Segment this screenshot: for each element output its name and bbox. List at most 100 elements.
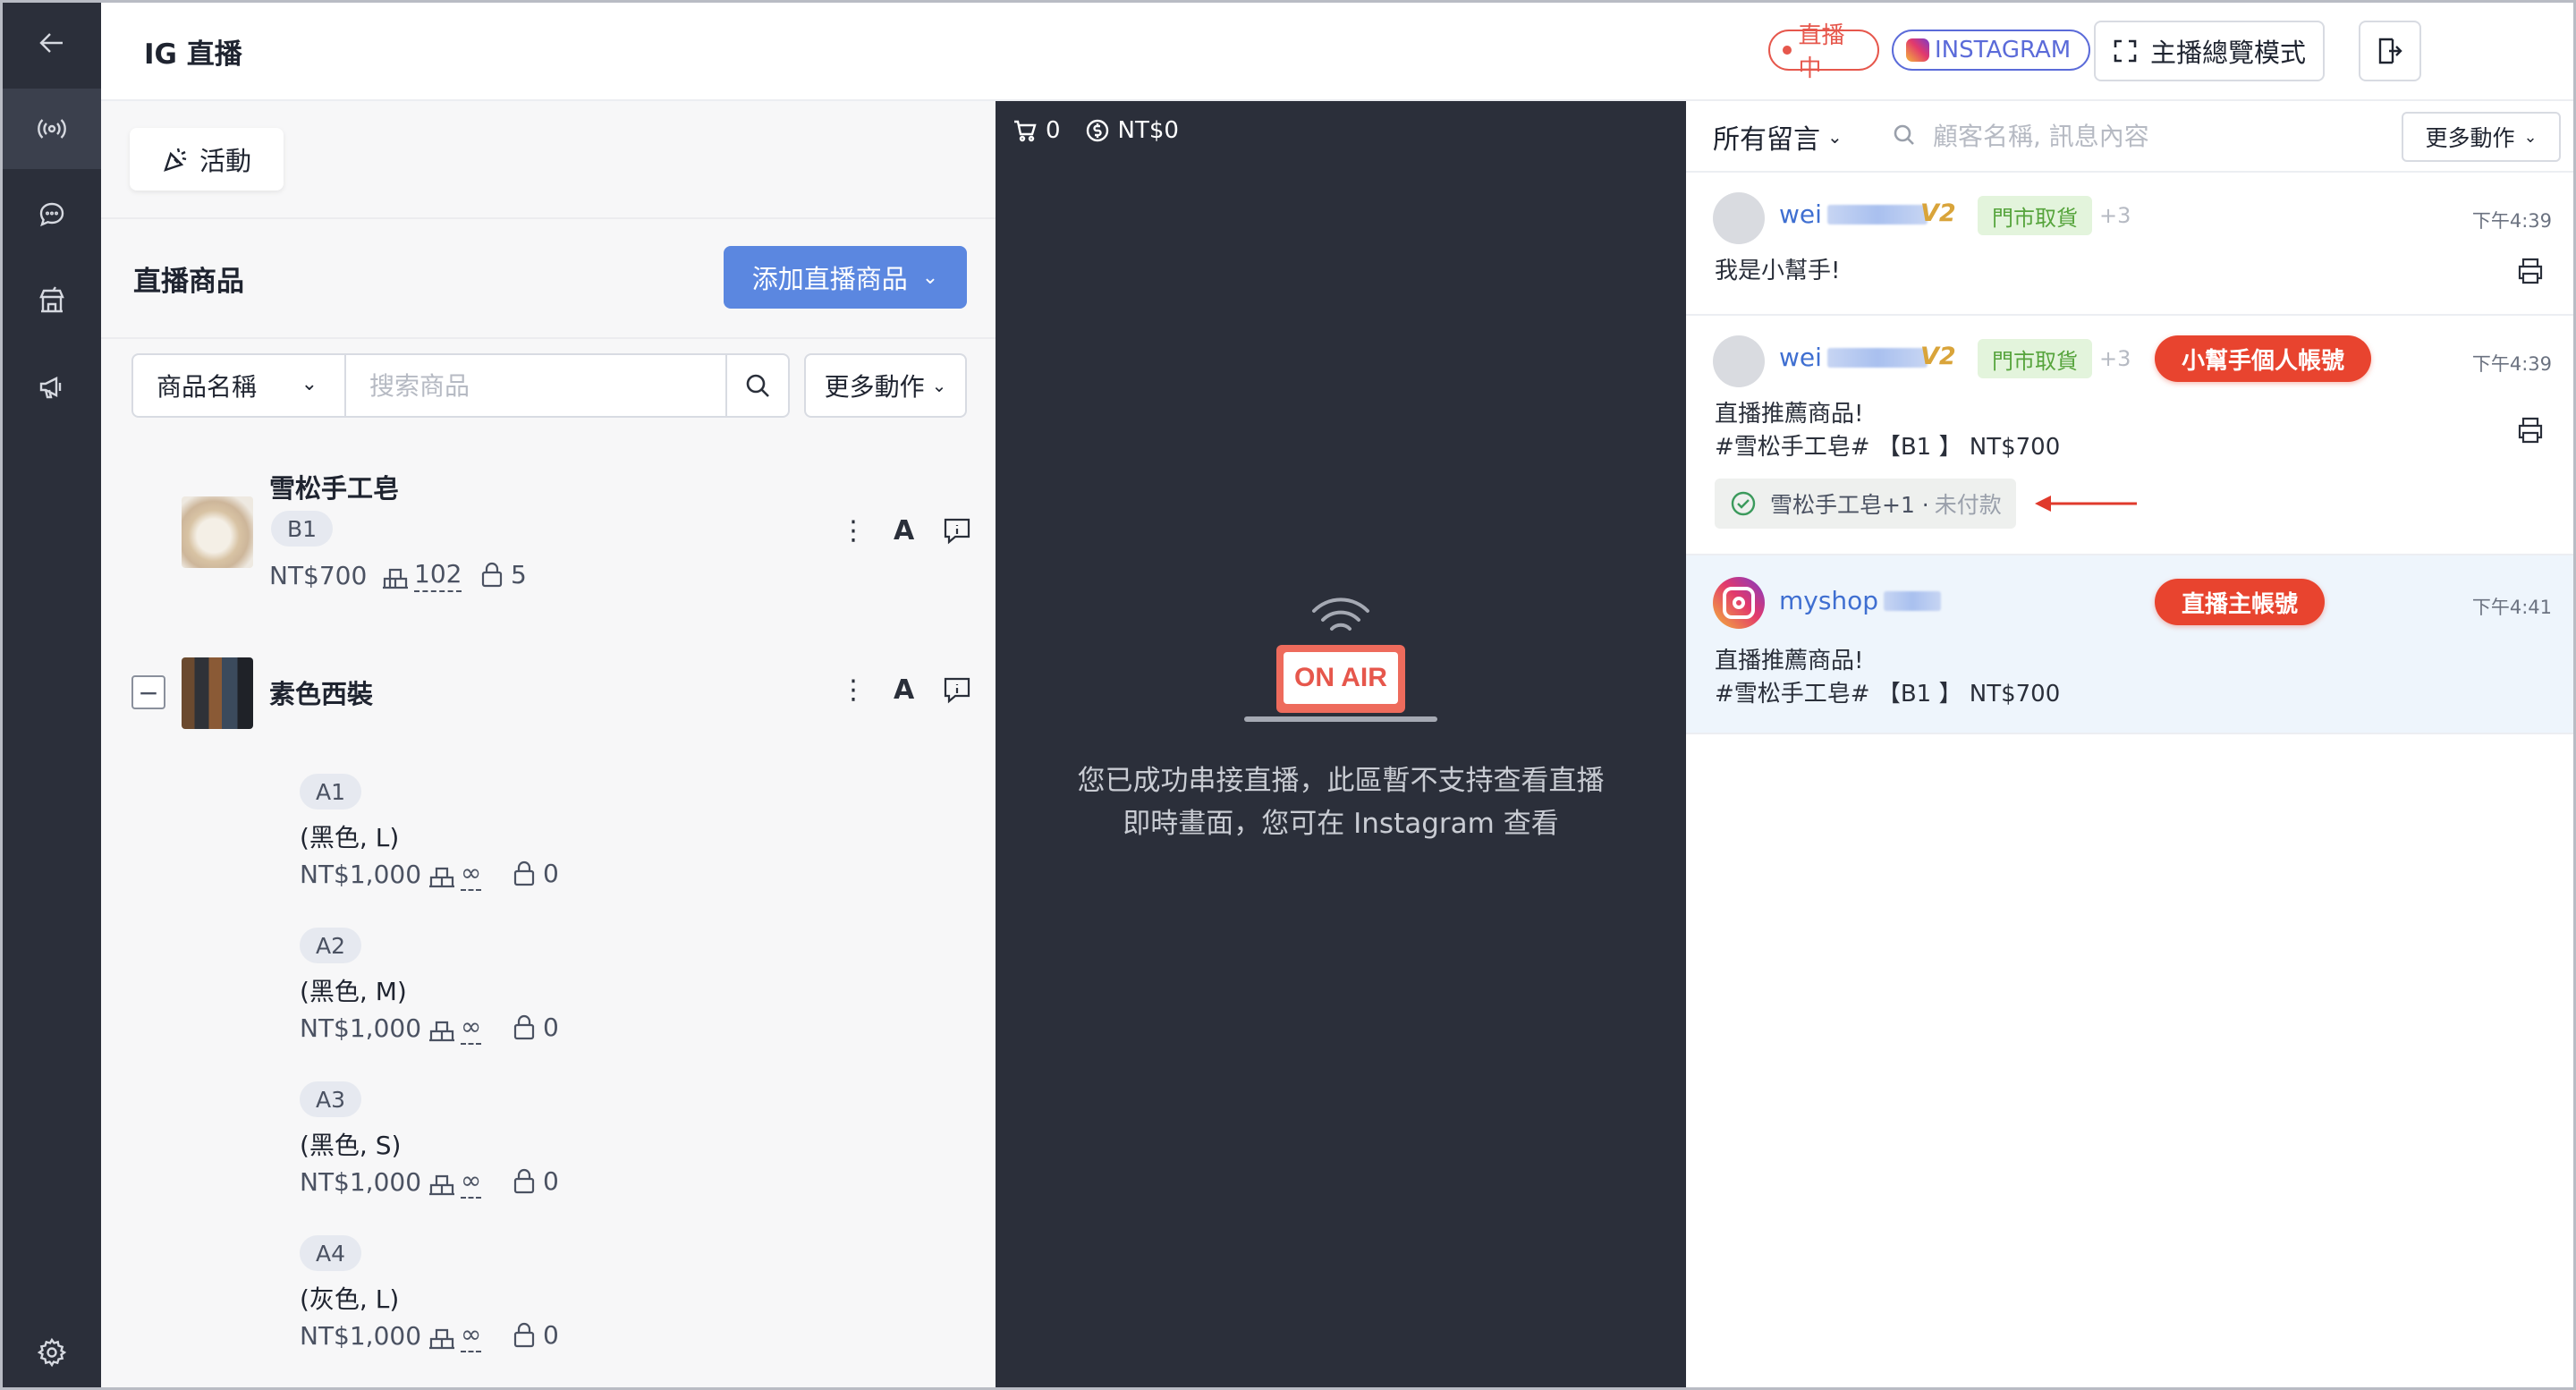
stream-message-line: 即時畫面，您可在 Instagram 查看 <box>1123 808 1559 840</box>
boxes-icon <box>383 568 408 589</box>
exit-icon <box>2378 38 2402 64</box>
font-a-icon[interactable]: A <box>894 674 914 706</box>
locked-value: 0 <box>543 858 559 888</box>
avatar <box>1713 335 1765 387</box>
more-actions-label: 更多動作 <box>824 372 925 402</box>
nav-live[interactable] <box>3 89 101 169</box>
pickup-badge: 門市取貨 <box>1978 196 2092 235</box>
overview-mode-button[interactable]: 主播總覽模式 <box>2094 21 2325 81</box>
revenue-value: NT$0 <box>1117 117 1179 144</box>
comment-message: 我是小幫手! <box>1715 258 1841 284</box>
search-button[interactable] <box>725 355 788 416</box>
filter-field-select[interactable]: 商品名稱 ⌄ <box>133 355 346 416</box>
locked-value: 5 <box>511 559 527 589</box>
variant-stock[interactable]: ∞ <box>427 858 482 891</box>
variant-price: NT$1,000 <box>300 860 422 889</box>
comment-item[interactable]: wei V2 門市取貨 +3 下午4:39 我是小幫手! <box>1686 173 2573 316</box>
comment-time: 下午4:41 <box>2471 597 2552 618</box>
host-account-badge: 直播主帳號 <box>2155 579 2326 625</box>
variant-locked: 0 <box>509 1012 559 1042</box>
products-more-actions-button[interactable]: 更多動作 ⌄ <box>804 353 967 418</box>
product-stock[interactable]: 102 <box>380 559 462 592</box>
boxes-icon <box>429 1021 454 1041</box>
comment-username[interactable]: wei <box>1779 343 1928 372</box>
extra-tags-count: +3 <box>2099 346 2131 371</box>
comment-item[interactable]: wei V2 門市取貨 +3 小幫手個人帳號 下午4:39 直播推薦商品! #雪… <box>1686 316 2573 555</box>
nav-shop[interactable] <box>3 260 101 341</box>
print-button[interactable] <box>2514 414 2546 450</box>
comment-username[interactable]: wei <box>1779 199 1928 229</box>
stream-stats: 0 NT$0 <box>1012 117 1179 144</box>
comment-time: 下午4:39 <box>2471 210 2552 232</box>
nav-marketing[interactable] <box>3 346 101 427</box>
cart-icon <box>1014 120 1037 142</box>
comments-more-actions-button[interactable]: 更多動作 ⌄ <box>2402 112 2561 162</box>
stock-value: 102 <box>414 559 462 592</box>
stock-value: ∞ <box>461 1319 482 1352</box>
megaphone-icon <box>39 377 62 399</box>
live-status-chip: 直播中 <box>1768 22 1879 82</box>
lock-icon <box>481 562 503 588</box>
order-item: 雪松手工皂+1 · <box>1770 492 1929 518</box>
boxes-icon <box>429 867 454 887</box>
variant-spec: (黑色, S) <box>300 1131 402 1160</box>
fullscreen-icon <box>2114 39 2137 63</box>
chevron-down-icon: ⌄ <box>2523 127 2538 147</box>
activity-button[interactable]: 活動 <box>130 128 284 191</box>
on-air-label: ON AIR <box>1284 652 1398 704</box>
products-panel: 活動 直播商品 添加直播商品 ⌄ 商品名稱 ⌄ 更多動作 ⌄ 雪松手工皂 B1 … <box>101 101 996 1387</box>
check-circle-icon <box>1731 491 1756 516</box>
variant-stock[interactable]: ∞ <box>427 1165 482 1199</box>
order-chip[interactable]: 雪松手工皂+1 · 未付款 <box>1715 479 2016 529</box>
left-nav <box>3 3 101 1387</box>
comments-header: 所有留言 ⌄ 顧客名稱, 訊息內容 更多動作 ⌄ <box>1686 101 2573 173</box>
helper-account-badge: 小幫手個人帳號 <box>2155 335 2372 382</box>
nav-chat[interactable] <box>3 174 101 255</box>
variant-stock[interactable]: ∞ <box>427 1319 482 1352</box>
kebab-menu-icon[interactable]: ⋮ <box>840 674 867 706</box>
party-popper-icon <box>164 148 187 172</box>
stream-panel: 0 NT$0 ON AIR 您已成功串接直播，此區暫不支持查看直播 即時畫面，您… <box>996 101 1686 1387</box>
activity-label: 活動 <box>199 146 251 176</box>
app-window: IG 直播 直播中 INSTAGRAM 主播總覽模式 活動 直播商品 添加直播商… <box>0 0 2576 1390</box>
variant-locked: 0 <box>509 1165 559 1196</box>
lock-icon <box>513 1322 535 1348</box>
boxes-icon <box>429 1328 454 1349</box>
comment-username[interactable]: myshop <box>1779 586 1942 615</box>
back-arrow-icon <box>39 33 63 53</box>
add-live-product-button[interactable]: 添加直播商品 ⌄ <box>724 246 967 309</box>
comment-filter-dropdown[interactable]: 所有留言 ⌄ <box>1713 117 1843 157</box>
variant-tag: A4 <box>300 1235 362 1271</box>
comment-item[interactable]: myshop 直播主帳號 下午4:41 直播推薦商品! #雪松手工皂# 【B1 … <box>1686 555 2573 734</box>
variant-tag: A2 <box>300 928 362 963</box>
variant-stock[interactable]: ∞ <box>427 1012 482 1045</box>
lock-icon <box>513 1168 535 1194</box>
kebab-menu-icon[interactable]: ⋮ <box>840 515 867 547</box>
back-button[interactable] <box>3 3 101 83</box>
comment-message: 直播推薦商品! #雪松手工皂# 【B1 】 NT$700 <box>1715 401 2061 461</box>
comment-info-icon[interactable] <box>941 514 973 547</box>
stock-value: ∞ <box>461 1165 482 1199</box>
instagram-icon <box>1906 38 1929 62</box>
wifi-icon <box>1312 598 1369 631</box>
nav-settings[interactable] <box>3 1312 101 1387</box>
divider <box>101 337 996 339</box>
comment-filter-label: 所有留言 <box>1713 124 1820 156</box>
font-a-icon[interactable]: A <box>894 515 914 547</box>
print-button[interactable] <box>2514 255 2546 291</box>
comment-time: 下午4:39 <box>2471 353 2552 375</box>
product-search-input[interactable] <box>348 355 727 416</box>
exit-button[interactable] <box>2359 21 2421 81</box>
product-thumbnail <box>182 657 253 729</box>
comment-search[interactable]: 顧客名稱, 訊息內容 <box>1892 117 2149 153</box>
comment-info-icon[interactable] <box>941 674 973 706</box>
locked-value: 0 <box>543 1165 559 1196</box>
chevron-down-icon: ⌄ <box>301 373 318 395</box>
boxes-icon <box>429 1174 454 1195</box>
cart-count: 0 <box>1046 117 1061 144</box>
product-tag: B1 <box>271 511 334 547</box>
collapse-toggle[interactable]: − <box>131 675 165 709</box>
platform-label: INSTAGRAM <box>1935 37 2072 64</box>
product-filter-bar: 商品名稱 ⌄ <box>131 353 790 418</box>
pointer-arrow-icon <box>2035 496 2137 512</box>
